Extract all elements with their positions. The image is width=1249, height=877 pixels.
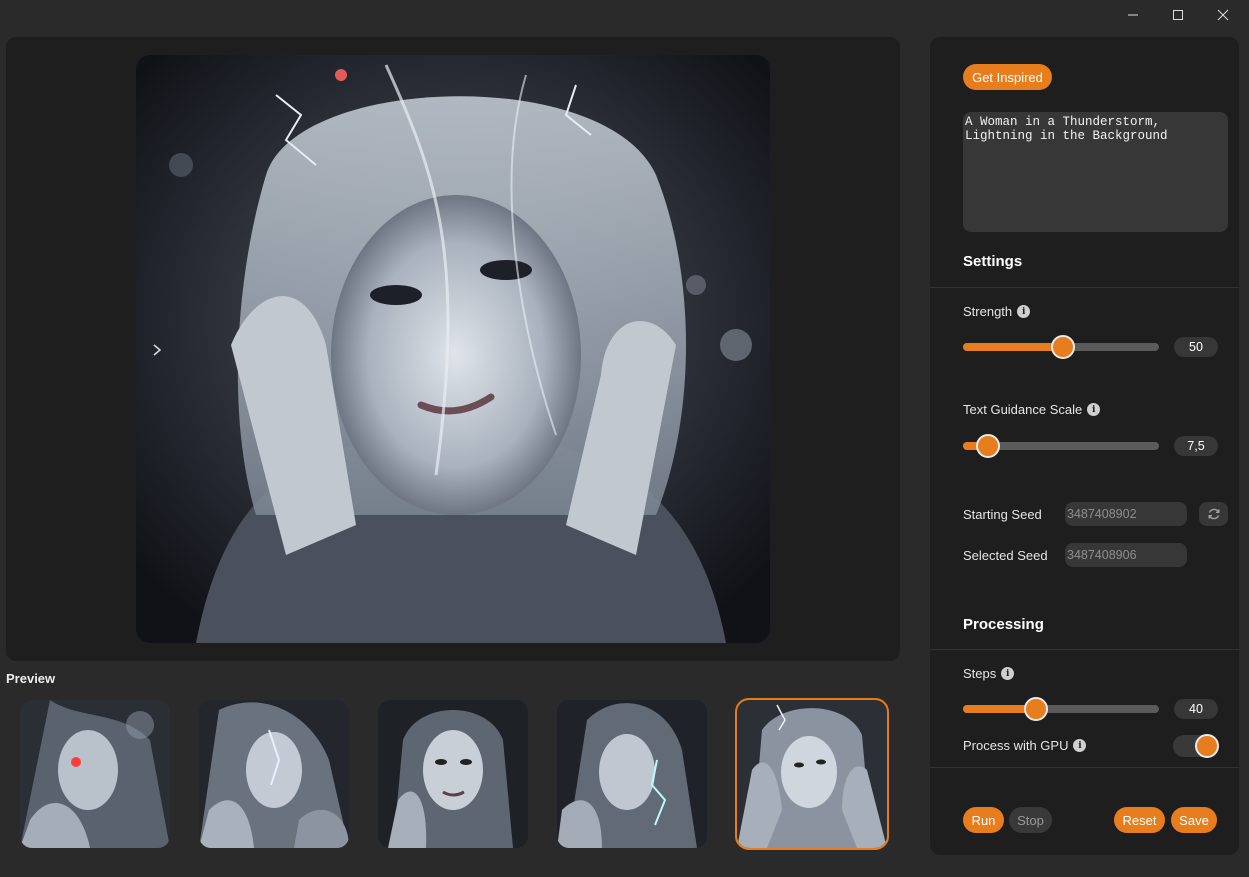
steps-slider[interactable] bbox=[963, 697, 1159, 721]
canvas-card bbox=[6, 37, 900, 661]
maximize-icon bbox=[1173, 10, 1183, 20]
minimize-button[interactable] bbox=[1110, 0, 1156, 30]
steps-label: Steps i bbox=[963, 666, 1015, 681]
reset-button[interactable]: Reset bbox=[1114, 807, 1165, 833]
selected-seed-input[interactable] bbox=[1065, 543, 1187, 567]
info-icon[interactable]: i bbox=[1087, 403, 1101, 416]
strength-slider-thumb[interactable] bbox=[1050, 335, 1075, 359]
starting-seed-label: Starting Seed bbox=[963, 507, 1042, 522]
guidance-label: Text Guidance Scale i bbox=[963, 402, 1101, 417]
gpu-toggle[interactable] bbox=[1173, 734, 1219, 758]
preview-thumbnail-4[interactable] bbox=[557, 700, 707, 848]
strength-slider-fill bbox=[963, 343, 1063, 351]
close-button[interactable] bbox=[1200, 0, 1246, 30]
info-icon[interactable]: i bbox=[1017, 305, 1031, 318]
preview-thumbnail-1[interactable] bbox=[20, 700, 170, 848]
starting-seed-input[interactable] bbox=[1065, 502, 1187, 526]
refresh-icon bbox=[1208, 508, 1219, 520]
maximize-button[interactable] bbox=[1155, 0, 1201, 30]
steps-value[interactable]: 40 bbox=[1174, 699, 1218, 719]
preview-thumbnail-5[interactable] bbox=[735, 698, 889, 850]
divider bbox=[930, 649, 1239, 650]
stop-button[interactable]: Stop bbox=[1009, 807, 1052, 833]
divider bbox=[930, 287, 1239, 288]
processing-title: Processing bbox=[963, 616, 1044, 633]
starting-seed-label-text: Starting Seed bbox=[963, 507, 1042, 522]
preview-thumbnail-2[interactable] bbox=[199, 700, 349, 848]
strength-label-text: Strength bbox=[963, 304, 1013, 319]
steps-slider-thumb[interactable] bbox=[1023, 697, 1048, 721]
refresh-seed-button[interactable] bbox=[1199, 502, 1228, 526]
close-icon bbox=[1217, 9, 1229, 21]
minimize-icon bbox=[1128, 14, 1138, 16]
selected-seed-label-text: Selected Seed bbox=[963, 548, 1048, 563]
strength-label: Strength i bbox=[963, 304, 1031, 319]
gpu-label-text: Process with GPU bbox=[963, 738, 1069, 753]
preview-label: Preview bbox=[6, 671, 56, 686]
strength-value[interactable]: 50 bbox=[1174, 337, 1218, 357]
generated-image[interactable] bbox=[136, 55, 770, 643]
run-button[interactable]: Run bbox=[963, 807, 1004, 833]
save-button[interactable]: Save bbox=[1171, 807, 1217, 833]
settings-panel: Get Inspired A Woman in a Thunderstorm, … bbox=[930, 37, 1239, 855]
guidance-slider-thumb[interactable] bbox=[976, 434, 1001, 458]
strength-slider[interactable] bbox=[963, 335, 1159, 359]
get-inspired-button[interactable]: Get Inspired bbox=[963, 64, 1052, 90]
guidance-value[interactable]: 7,5 bbox=[1174, 436, 1218, 456]
chevron-right-icon[interactable] bbox=[149, 342, 165, 358]
settings-title: Settings bbox=[963, 253, 1023, 270]
divider bbox=[930, 767, 1239, 768]
guidance-slider[interactable] bbox=[963, 434, 1159, 458]
gpu-label: Process with GPU i bbox=[963, 738, 1087, 753]
steps-label-text: Steps bbox=[963, 666, 997, 681]
info-icon[interactable]: i bbox=[1073, 739, 1087, 752]
guidance-label-text: Text Guidance Scale bbox=[963, 402, 1083, 417]
preview-thumbnail-3[interactable] bbox=[378, 700, 528, 848]
info-icon[interactable]: i bbox=[1001, 667, 1015, 680]
selected-seed-label: Selected Seed bbox=[963, 548, 1048, 563]
gpu-toggle-knob bbox=[1195, 734, 1219, 758]
prompt-input[interactable]: A Woman in a Thunderstorm, Lightning in … bbox=[963, 112, 1228, 232]
